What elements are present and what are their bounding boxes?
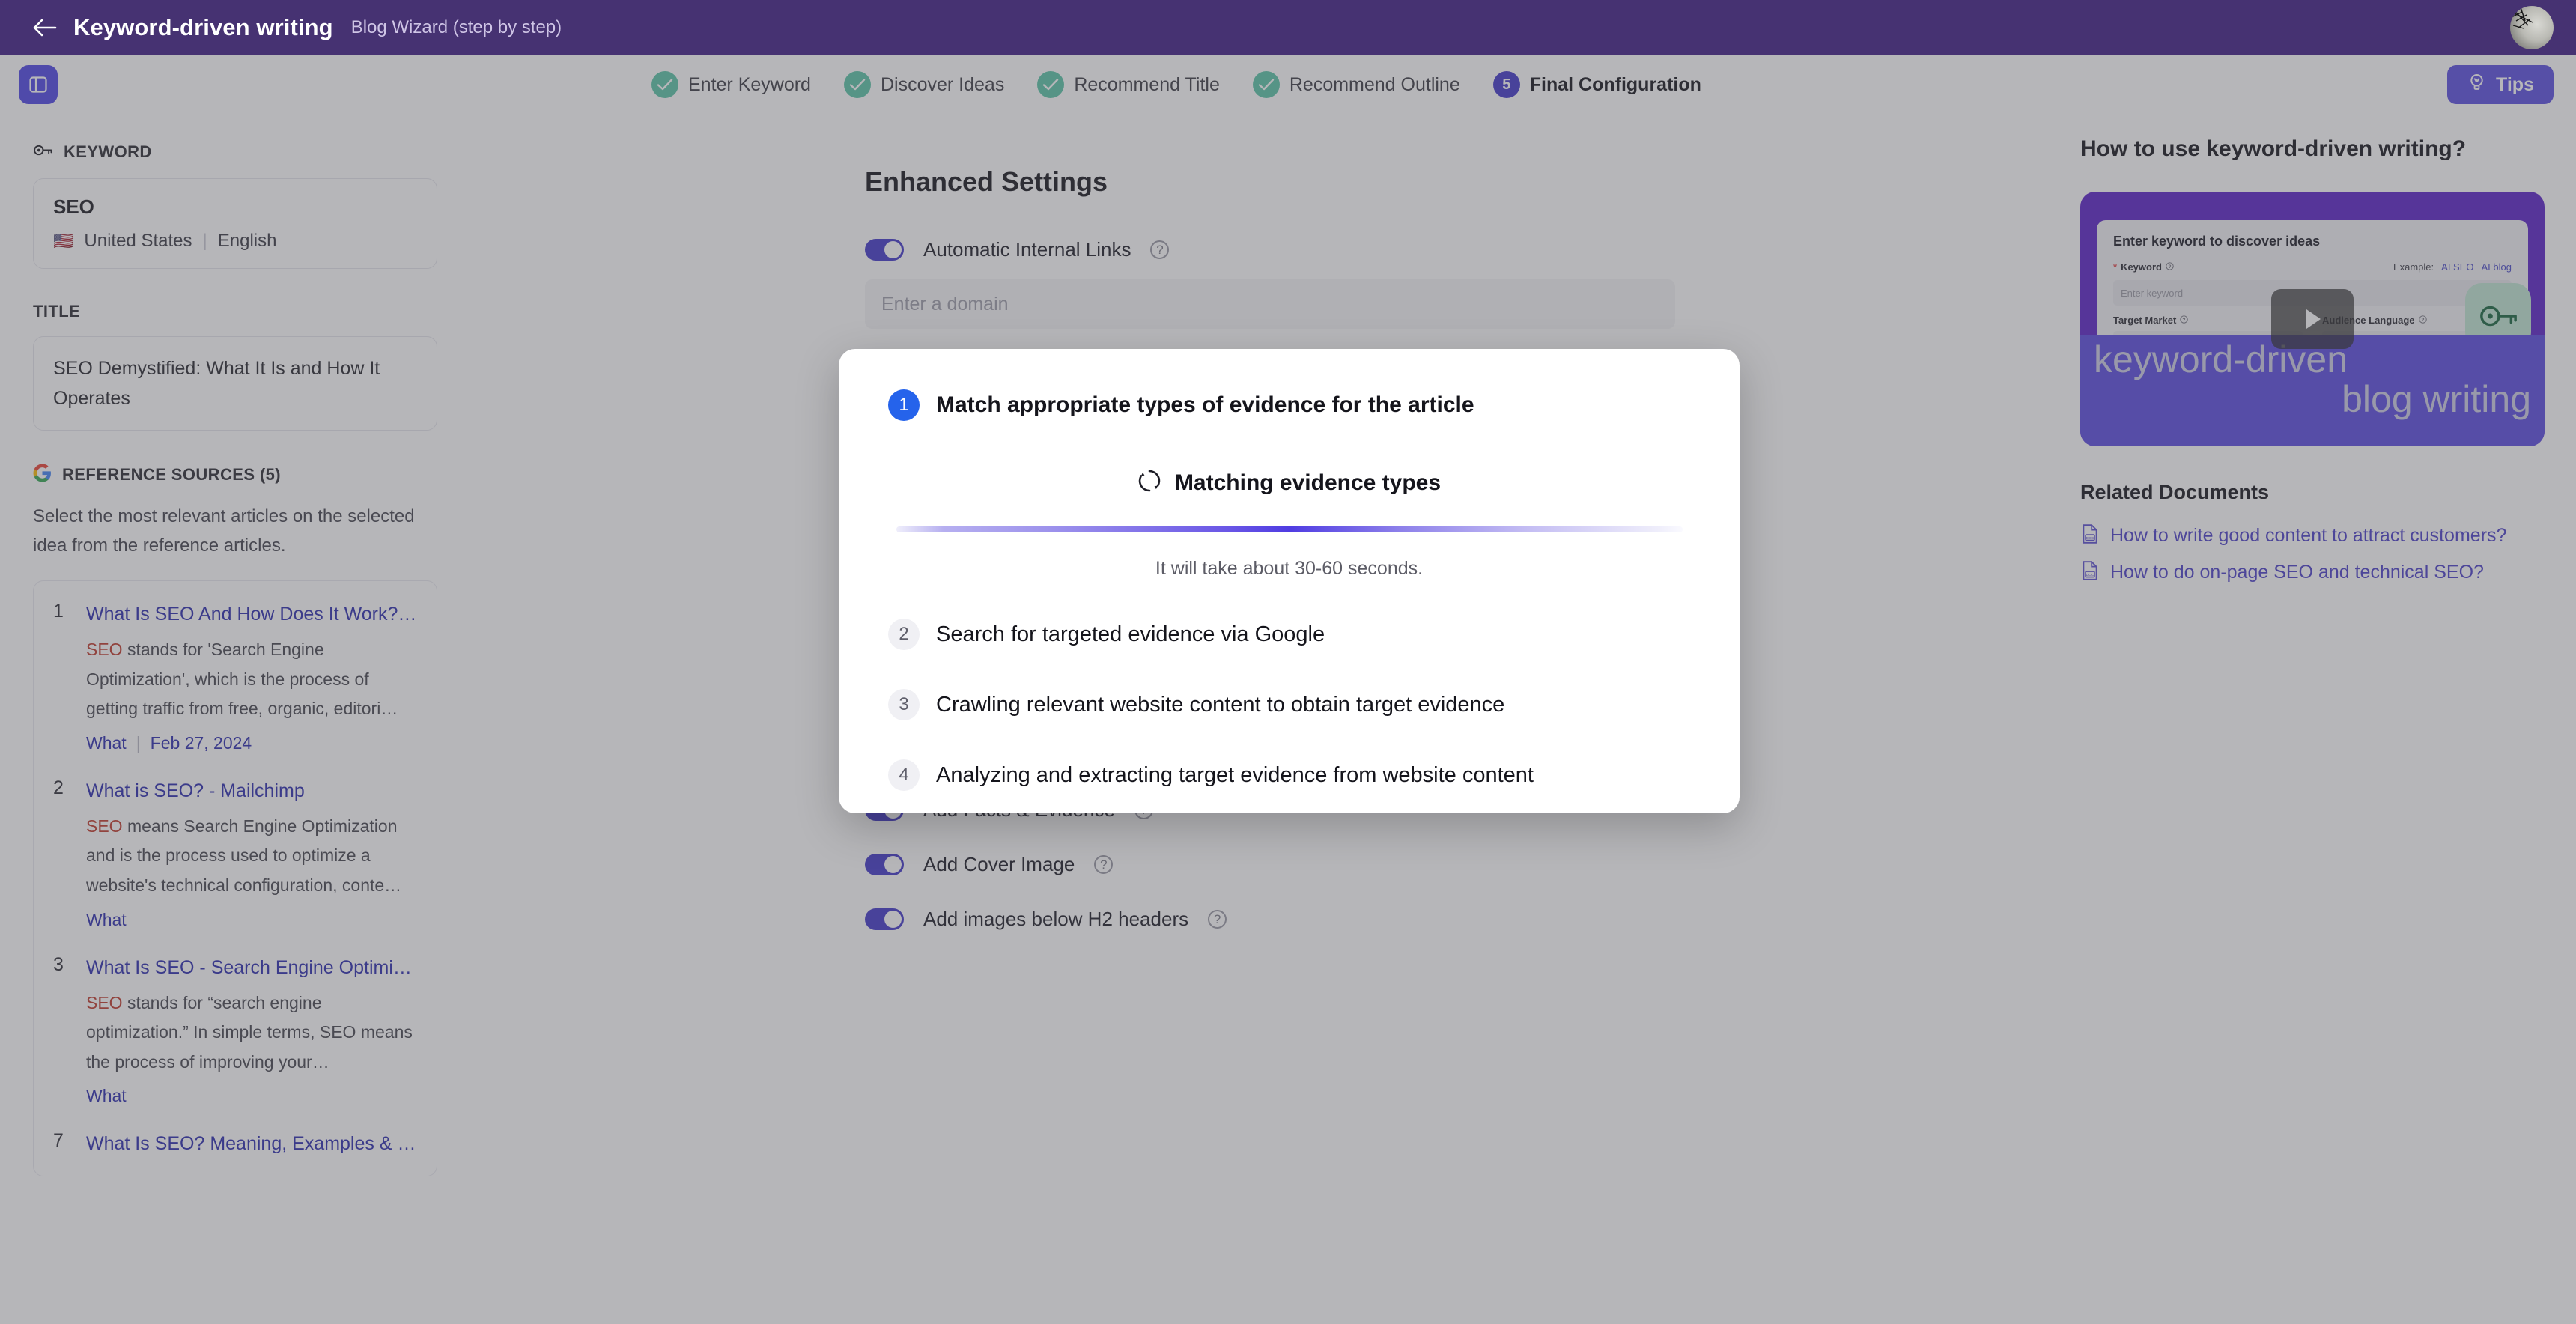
app-header: Keyword-driven writing Blog Wizard (step… — [0, 0, 2576, 55]
step-number-badge: 2 — [888, 619, 920, 650]
app-subtitle: Blog Wizard (step by step) — [350, 17, 562, 37]
step-number-badge: 4 — [888, 759, 920, 791]
modal-step-label: Crawling relevant website content to obt… — [936, 692, 1505, 717]
modal-step-label: Analyzing and extracting target evidence… — [936, 762, 1534, 787]
step-number-badge: 1 — [888, 389, 920, 421]
app-title: Keyword-driven writing — [73, 14, 333, 40]
modal-step-label: Search for targeted evidence via Google — [936, 622, 1325, 646]
modal-step-4: 4 Analyzing and extracting target eviden… — [888, 759, 1690, 791]
modal-loading-label: Matching evidence types — [1174, 470, 1442, 495]
modal-step-1: 1 Match appropriate types of evidence fo… — [888, 389, 1690, 421]
modal-step-1-label: Match appropriate types of evidence for … — [936, 392, 1474, 417]
user-avatar[interactable] — [2510, 6, 2554, 49]
step-number-badge: 3 — [888, 689, 920, 720]
modal-loading-row: Matching evidence types — [888, 469, 1690, 496]
evidence-progress-modal: 1 Match appropriate types of evidence fo… — [839, 349, 1740, 813]
modal-step-3: 3 Crawling relevant website content to o… — [888, 689, 1690, 720]
progress-bar — [896, 526, 1683, 532]
modal-eta-text: It will take about 30-60 seconds. — [1155, 558, 1424, 579]
modal-step-2: 2 Search for targeted evidence via Googl… — [888, 619, 1690, 650]
spinner-icon — [1137, 469, 1161, 496]
back-arrow-icon[interactable] — [28, 11, 61, 44]
